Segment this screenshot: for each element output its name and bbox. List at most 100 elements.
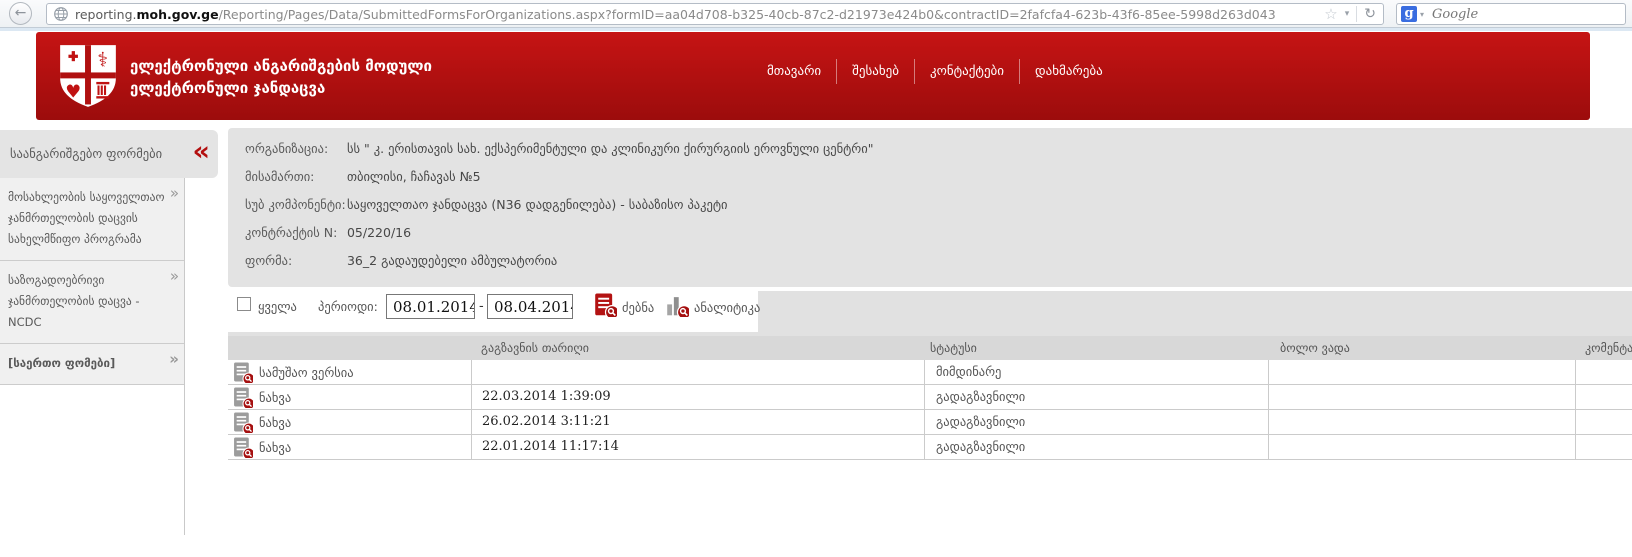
row-action-link[interactable]: სამუშაო ვერსია xyxy=(228,360,471,384)
sidebar-item-label: [საერთო ფომები] xyxy=(8,356,116,370)
row-status: მიმდინარე xyxy=(924,360,1268,384)
ministry-logo: ⚕ ♥ xyxy=(60,45,116,107)
info-value: 36_2 გადაუდებელი ამბულატორია xyxy=(346,253,558,268)
document-search-icon xyxy=(233,436,253,458)
info-row-subcomponent: სუბ კომპონენტი: საყოველთაო ჯანდაცვა (N36… xyxy=(245,197,728,212)
sidebar-header: საანგარიშგებო ფორმები « xyxy=(0,130,218,178)
row-action-label: ნახვა xyxy=(259,389,292,405)
back-icon: ← xyxy=(14,5,27,21)
sidebar-menu: მოსახლეობის საყოველთაო ჯანმრთელობის დაცვ… xyxy=(0,178,185,385)
info-label: კონტრაქტის N: xyxy=(245,225,338,240)
row-action-link[interactable]: ნახვა xyxy=(228,435,471,459)
main-nav: მთავარი შესახებ კონტაქტები დახმარება xyxy=(752,59,1118,84)
row-send-date xyxy=(471,360,924,384)
table-row: ნახვა 22.01.2014 11:17:14 გადაგზავნილი xyxy=(228,435,1632,460)
svg-text:⚕: ⚕ xyxy=(97,48,108,72)
sidebar-item-universal-healthcare[interactable]: მოსახლეობის საყოველთაო ჯანმრთელობის დაცვ… xyxy=(0,178,185,261)
table-row: სამუშაო ვერსია მიმდინარე xyxy=(228,360,1632,385)
back-button[interactable]: ← xyxy=(9,2,32,25)
globe-icon xyxy=(54,7,68,21)
chevron-right-icon: » xyxy=(169,267,179,285)
document-search-icon xyxy=(233,361,253,383)
sidebar-collapse-icon[interactable]: « xyxy=(193,136,210,167)
nav-item-about[interactable]: შესახებ xyxy=(836,59,914,84)
analytics-icon[interactable] xyxy=(666,293,689,317)
url-path: /Reporting/Pages/Data/SubmittedFormsForO… xyxy=(218,6,1276,22)
info-value: სს " კ. ერისთავის სახ. ექსპერიმენტული და… xyxy=(346,141,874,156)
search-placeholder: Google xyxy=(1432,6,1479,22)
info-value: თბილისი, ჩაჩავას №5 xyxy=(346,169,481,184)
filter-bar: ყველა პერიოდი: - ძებნა ანალიტიკა xyxy=(228,291,1632,336)
row-deadline xyxy=(1268,360,1575,384)
sidebar-border xyxy=(184,178,185,535)
period-label: პერიოდი: xyxy=(318,299,378,314)
column-header-status: სტატუსი xyxy=(930,341,977,355)
analytics-button[interactable]: ანალიტიკა xyxy=(694,300,760,315)
nav-item-contacts[interactable]: კონტაქტები xyxy=(914,59,1019,84)
search-button[interactable]: ძებნა xyxy=(622,300,654,315)
info-label: ორგანიზაცია: xyxy=(245,141,329,156)
google-engine-icon[interactable]: g xyxy=(1401,6,1417,22)
reload-icon[interactable]: ↻ xyxy=(1364,6,1376,22)
browser-toolbar: ← reporting.moh.gov.ge/Reporting/Pages/D… xyxy=(0,0,1632,28)
organization-info-panel: ორგანიზაცია: სს " კ. ერისთავის სახ. ექსპ… xyxy=(228,128,1632,287)
date-from-input[interactable] xyxy=(386,294,475,319)
row-comment xyxy=(1575,410,1632,434)
url-controls: ☆ ▾ ↻ xyxy=(1317,5,1383,23)
column-header-send-date: გაგზავნის თარიღი xyxy=(481,341,589,355)
column-header-comment: კომენტარი xyxy=(1585,341,1632,355)
info-label: ფორმა: xyxy=(245,253,293,268)
app-title: ელექტრონული ანგარიშგების მოდული ელექტრონ… xyxy=(130,55,432,99)
row-comment xyxy=(1575,360,1632,384)
row-action-label: ნახვა xyxy=(259,439,292,455)
row-status: გადაგზავნილი xyxy=(924,410,1268,434)
info-label: სუბ კომპონენტი: xyxy=(245,197,346,212)
table-row: ნახვა 22.03.2014 1:39:09 გადაგზავნილი xyxy=(228,385,1632,410)
url-dropdown-icon[interactable]: ▾ xyxy=(1345,9,1350,19)
toolbar-accent-line xyxy=(0,28,1632,31)
url-subdomain: reporting. xyxy=(75,6,137,22)
row-send-date: 26.02.2014 3:11:21 xyxy=(471,410,924,434)
url-domain: moh.gov.ge xyxy=(136,6,219,22)
document-search-icon xyxy=(233,411,253,433)
chevron-right-icon: » xyxy=(169,184,179,202)
row-deadline xyxy=(1268,435,1575,459)
info-row-contract: კონტრაქტის N: 05/220/16 xyxy=(245,225,411,240)
sidebar-item-label: საზოგადოებრივი ჯანმრთელობის დაცვა - NCDC xyxy=(8,273,140,329)
row-action-label: სამუშაო ვერსია xyxy=(259,364,354,380)
row-action-link[interactable]: ნახვა xyxy=(228,385,471,409)
document-search-icon xyxy=(233,386,253,408)
url-text: reporting.moh.gov.ge/Reporting/Pages/Dat… xyxy=(75,7,1317,22)
app-header: ⚕ ♥ ელექტრონული ანგარიშგების მოდული ელექ… xyxy=(36,32,1590,120)
table-row: ნახვა 26.02.2014 3:11:21 გადაგზავნილი xyxy=(228,410,1632,435)
row-send-date: 22.01.2014 11:17:14 xyxy=(471,435,924,459)
sidebar-item-label: მოსახლეობის საყოველთაო ჯანმრთელობის დაცვ… xyxy=(8,190,165,246)
bookmark-star-icon[interactable]: ☆ xyxy=(1324,5,1337,23)
date-to-input[interactable] xyxy=(487,294,573,319)
chevron-right-icon: » xyxy=(169,350,179,368)
search-icon[interactable] xyxy=(594,293,617,317)
row-comment xyxy=(1575,385,1632,409)
row-action-link[interactable]: ნახვა xyxy=(228,410,471,434)
row-status: გადაგზავნილი xyxy=(924,435,1268,459)
all-checkbox[interactable] xyxy=(237,297,251,311)
info-label: მისამართი: xyxy=(245,169,315,184)
info-row-address: მისამართი: თბილისი, ჩაჩავას №5 xyxy=(245,169,481,184)
app-title-line2: ელექტრონული ჯანდაცვა xyxy=(130,79,326,97)
submitted-forms-table: გაგზავნის თარიღი სტატუსი ბოლო ვადა კომენ… xyxy=(228,336,1632,460)
sidebar-item-common-forms[interactable]: [საერთო ფომები] » xyxy=(0,344,185,385)
sidebar-title: საანგარიშგებო ფორმები xyxy=(10,146,163,161)
sidebar-item-public-health-ncdc[interactable]: საზოგადოებრივი ჯანმრთელობის დაცვა - NCDC… xyxy=(0,261,185,344)
row-deadline xyxy=(1268,385,1575,409)
all-checkbox-label: ყველა xyxy=(258,299,297,314)
search-engine-dropdown-icon[interactable]: ▾ xyxy=(1420,10,1424,19)
row-status: გადაგზავნილი xyxy=(924,385,1268,409)
row-deadline xyxy=(1268,410,1575,434)
row-send-date: 22.03.2014 1:39:09 xyxy=(471,385,924,409)
search-input[interactable]: g ▾ Google xyxy=(1396,3,1626,25)
info-value: საყოველთაო ჯანდაცვა (N36 დადგენილება) - … xyxy=(346,197,728,212)
address-bar[interactable]: reporting.moh.gov.ge/Reporting/Pages/Dat… xyxy=(46,3,1384,25)
date-range-separator: - xyxy=(479,299,484,314)
nav-item-home[interactable]: მთავარი xyxy=(752,59,836,84)
nav-item-help[interactable]: დახმარება xyxy=(1019,59,1118,84)
